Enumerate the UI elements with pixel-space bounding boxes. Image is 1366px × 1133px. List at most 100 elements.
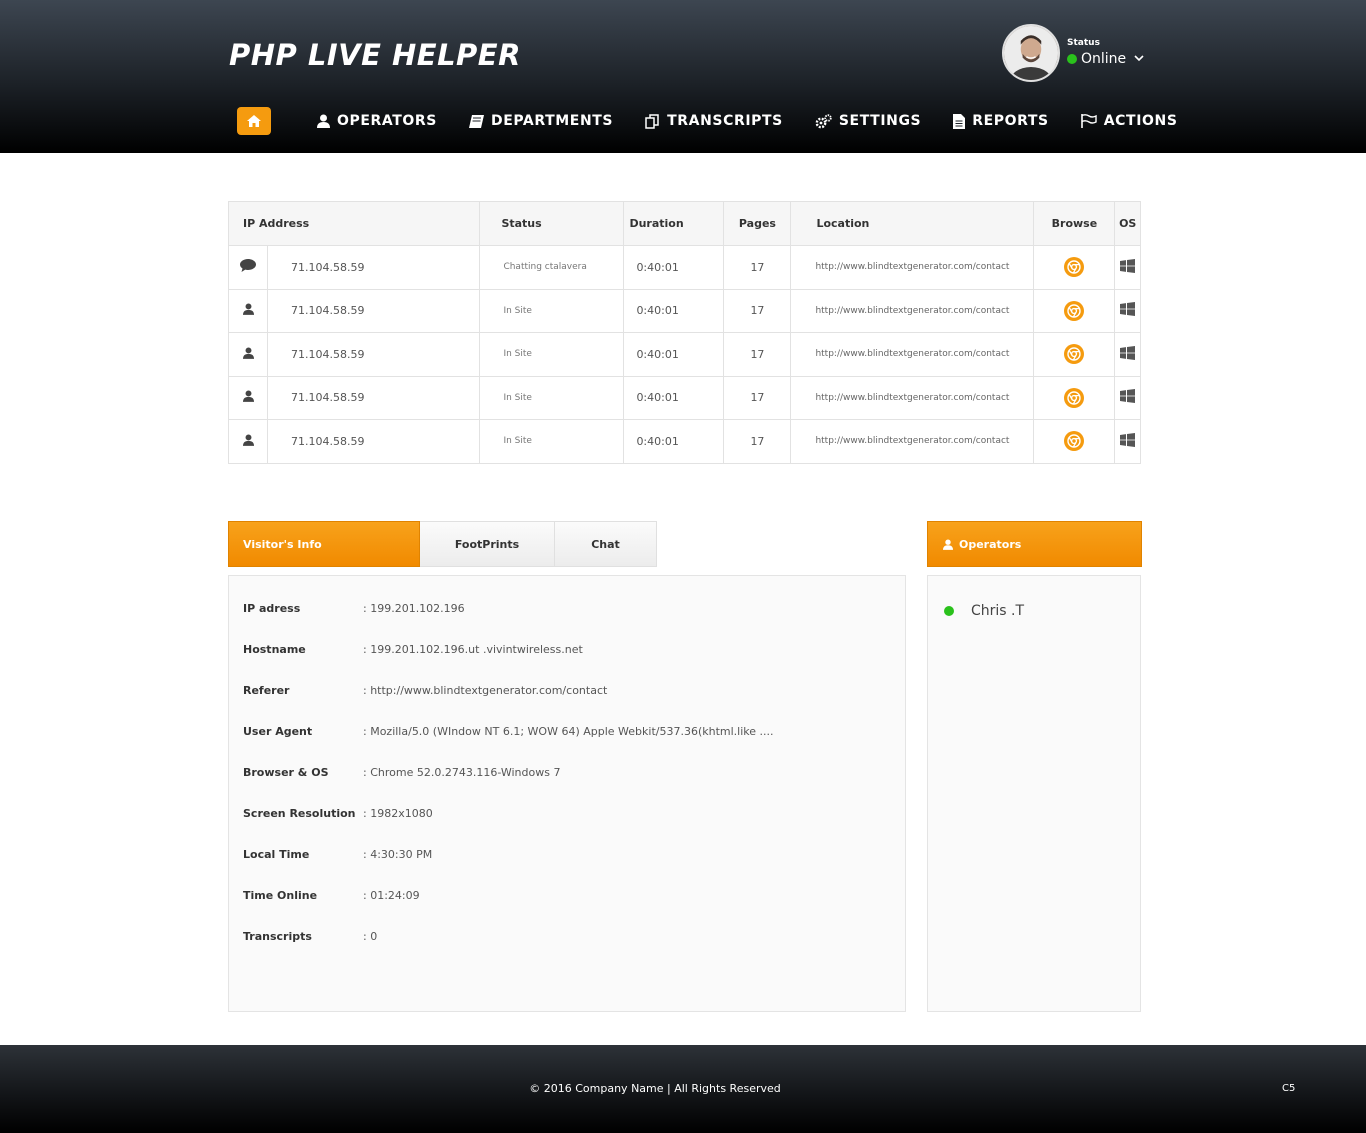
chevron-down-icon bbox=[1134, 54, 1144, 65]
copy-icon bbox=[645, 113, 660, 129]
cell-os bbox=[1114, 376, 1141, 420]
user-icon bbox=[242, 434, 254, 449]
nav-label: DEPARTMENTS bbox=[490, 113, 614, 129]
nav-label: TRANSCRIPTS bbox=[667, 113, 783, 129]
online-dot-icon bbox=[1067, 54, 1077, 64]
user-icon bbox=[242, 303, 254, 318]
cell-browser bbox=[1033, 289, 1116, 333]
chrome-icon bbox=[1064, 387, 1085, 408]
table-row[interactable]: 71.104.58.59 In Site 0:40:01 17 http://www.b… bbox=[228, 376, 1141, 420]
tab-chat[interactable]: Chat bbox=[555, 521, 657, 567]
cell-os bbox=[1114, 245, 1141, 290]
table-row[interactable]: 71.104.58.59 Chatting ctalavera 0:40:01 17 h… bbox=[228, 245, 1141, 290]
windows-icon bbox=[1120, 432, 1136, 450]
user-icon bbox=[317, 114, 330, 128]
book-icon bbox=[468, 114, 484, 128]
status-value: Online bbox=[1081, 51, 1127, 67]
info-row-transcripts: Transcripts: 0 bbox=[243, 930, 378, 943]
operators-panel: Chris .T bbox=[927, 575, 1141, 1012]
windows-icon bbox=[1120, 389, 1136, 406]
footer-code: C5 bbox=[1282, 1083, 1296, 1094]
cell-browser bbox=[1033, 419, 1116, 464]
table-header-row: IP Address Status Duration Pages Locatio… bbox=[228, 201, 1141, 246]
col-location[interactable]: Location bbox=[790, 201, 1035, 246]
avatar[interactable] bbox=[1002, 24, 1060, 82]
copyright-text: © 2016 Company Name | All Rights Reserve… bbox=[529, 1082, 781, 1095]
chrome-icon bbox=[1064, 431, 1085, 452]
nav-reports[interactable]: REPORTS bbox=[953, 113, 1049, 129]
col-status[interactable]: Status bbox=[479, 201, 625, 246]
col-browse[interactable]: Browse bbox=[1033, 201, 1116, 246]
cell-os bbox=[1114, 289, 1141, 333]
nav-settings[interactable]: SETTINGS bbox=[815, 113, 921, 129]
cell-duration: 0:40:01 bbox=[623, 289, 725, 333]
cell-pages: 17 bbox=[723, 332, 792, 377]
row-type-icon-cell bbox=[228, 332, 268, 377]
nav-label: ACTIONS bbox=[1103, 113, 1178, 129]
operators-header[interactable]: Operators bbox=[927, 521, 1142, 567]
table-row[interactable]: 71.104.58.59 In Site 0:40:01 17 http://www.b… bbox=[228, 332, 1141, 377]
gears-icon bbox=[815, 113, 832, 129]
brand-logo[interactable]: PHP LIVE HELPER bbox=[229, 38, 521, 72]
cell-status: In Site bbox=[479, 376, 625, 420]
info-row-referer: Referer: http://www.blindtextgenerator.c… bbox=[243, 684, 608, 697]
operator-name: Chris .T bbox=[971, 603, 1025, 619]
cell-ip: 71.104.58.59 bbox=[267, 245, 481, 290]
cell-location[interactable]: http://www.blindtextgenerator.com/contac… bbox=[790, 289, 1035, 333]
header: PHP LIVE HELPER Status Online OPERATORS … bbox=[0, 0, 1366, 153]
cell-os bbox=[1114, 419, 1141, 464]
chrome-icon bbox=[1064, 300, 1085, 321]
cell-status: Chatting ctalavera bbox=[479, 245, 625, 290]
visitor-tabs: Visitor's Info FootPrints Chat bbox=[228, 521, 657, 567]
cell-location[interactable]: http://www.blindtextgenerator.com/contac… bbox=[790, 376, 1035, 420]
col-duration[interactable]: Duration bbox=[623, 201, 725, 246]
cell-location[interactable]: http://www.blindtextgenerator.com/contac… bbox=[790, 332, 1035, 377]
col-ip-address[interactable]: IP Address bbox=[228, 201, 481, 246]
cell-browser bbox=[1033, 376, 1116, 420]
status-dropdown[interactable]: Online bbox=[1067, 51, 1144, 67]
footer: © 2016 Company Name | All Rights Reserve… bbox=[0, 1045, 1366, 1133]
cell-pages: 17 bbox=[723, 376, 792, 420]
windows-icon bbox=[1120, 345, 1136, 363]
operator-item[interactable]: Chris .T bbox=[944, 603, 1024, 619]
cell-duration: 0:40:01 bbox=[623, 332, 725, 377]
nav-departments[interactable]: DEPARTMENTS bbox=[468, 113, 614, 129]
nav-label: OPERATORS bbox=[337, 113, 437, 129]
tab-footprints[interactable]: FootPrints bbox=[420, 521, 555, 567]
file-icon bbox=[953, 113, 966, 129]
chrome-icon bbox=[1064, 344, 1085, 365]
row-type-icon-cell bbox=[228, 245, 268, 290]
nav-home-button[interactable] bbox=[237, 107, 271, 135]
table-row[interactable]: 71.104.58.59 In Site 0:40:01 17 http://www.b… bbox=[228, 419, 1141, 464]
cell-location[interactable]: http://www.blindtextgenerator.com/contac… bbox=[790, 419, 1035, 464]
cell-ip: 71.104.58.59 bbox=[267, 289, 481, 333]
cell-status: In Site bbox=[479, 332, 625, 377]
user-icon bbox=[943, 539, 953, 550]
home-icon bbox=[247, 115, 261, 127]
chrome-icon bbox=[1064, 257, 1085, 278]
cell-location[interactable]: http://www.blindtextgenerator.com/contac… bbox=[790, 245, 1035, 290]
cell-ip: 71.104.58.59 bbox=[267, 419, 481, 464]
tab-visitors-info[interactable]: Visitor's Info bbox=[228, 521, 420, 567]
windows-icon bbox=[1120, 258, 1136, 276]
row-type-icon-cell bbox=[228, 376, 268, 420]
row-type-icon-cell bbox=[228, 419, 268, 464]
nav-label: REPORTS bbox=[972, 113, 1049, 129]
info-row-time-online: Time Online: 01:24:09 bbox=[243, 889, 420, 902]
nav-transcripts[interactable]: TRANSCRIPTS bbox=[645, 113, 783, 129]
cell-duration: 0:40:01 bbox=[623, 376, 725, 420]
cell-ip: 71.104.58.59 bbox=[267, 376, 481, 420]
nav-actions[interactable]: ACTIONS bbox=[1080, 113, 1178, 129]
col-pages[interactable]: Pages bbox=[723, 201, 792, 246]
cell-pages: 17 bbox=[723, 419, 792, 464]
info-row-user-agent: User Agent: Mozilla/5.0 (WIndow NT 6.1; … bbox=[243, 725, 774, 738]
col-os[interactable]: OS bbox=[1114, 201, 1141, 246]
user-icon bbox=[242, 347, 254, 362]
status-label: Status bbox=[1067, 38, 1100, 48]
online-dot-icon bbox=[944, 606, 954, 616]
table-row[interactable]: 71.104.58.59 In Site 0:40:01 17 http://www.b… bbox=[228, 289, 1141, 333]
cell-duration: 0:40:01 bbox=[623, 245, 725, 290]
cell-browser bbox=[1033, 332, 1116, 377]
nav-operators[interactable]: OPERATORS bbox=[317, 113, 437, 129]
operators-title: Operators bbox=[959, 537, 1022, 551]
